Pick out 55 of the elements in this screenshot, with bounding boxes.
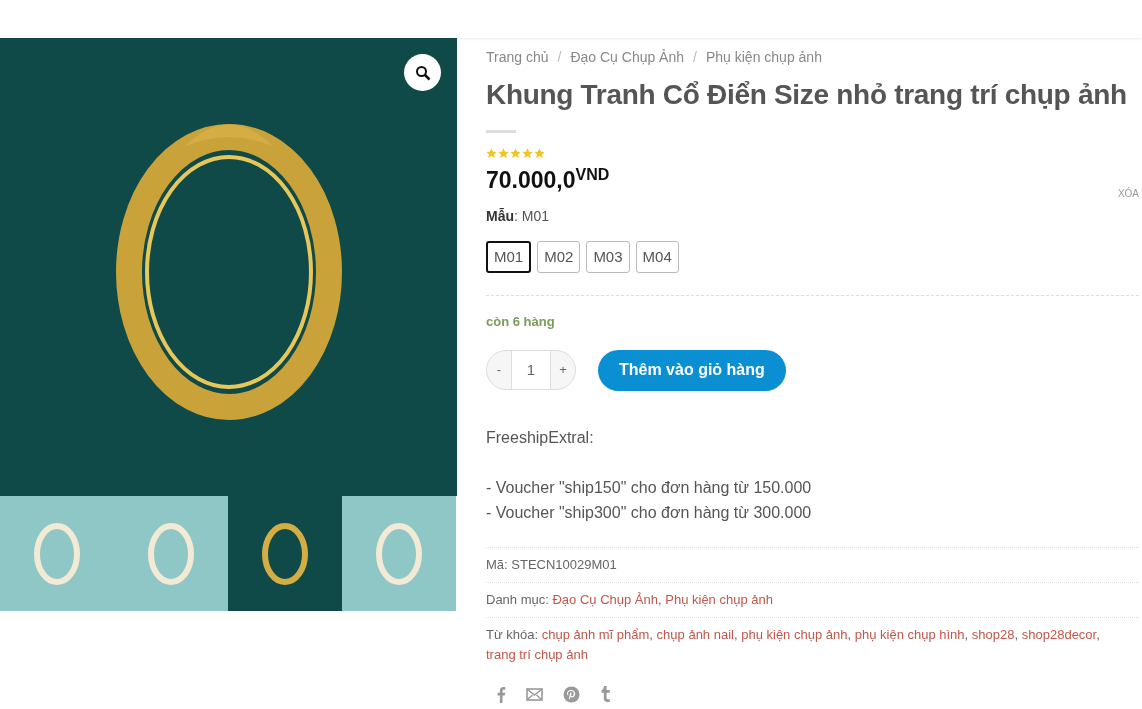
meta-label: Mã: [486, 556, 509, 572]
thumbnail[interactable] [114, 496, 228, 611]
meta-link[interactable]: Phụ kiện chụp ảnh [665, 591, 773, 607]
meta-link[interactable]: shop28 [971, 626, 1015, 642]
variant-option[interactable]: M01 [486, 241, 532, 273]
zoom-button[interactable] [404, 54, 441, 91]
email-icon[interactable] [526, 687, 543, 701]
variant-option[interactable]: M03 [586, 241, 630, 273]
meta-value: STECN10029M01 [511, 556, 617, 572]
tumblr-icon[interactable] [600, 685, 611, 703]
add-to-cart-button[interactable]: Thêm vào giỏ hàng [598, 349, 786, 391]
star-icon [498, 148, 509, 159]
clear-link[interactable]: XÓA [1117, 186, 1139, 201]
comma: , [649, 626, 653, 642]
meta-label: Từ khóa: [486, 626, 540, 642]
comma: , [658, 591, 662, 607]
meta-label: Danh mục: [486, 591, 550, 607]
comma: , [1014, 626, 1019, 642]
meta-link[interactable]: chụp ảnh nail [656, 626, 734, 642]
search-icon [414, 64, 431, 81]
quantity-stepper[interactable]: - 1 + [486, 350, 576, 390]
breadcrumb-link[interactable]: Trang chủ [486, 47, 549, 68]
facebook-icon[interactable] [496, 685, 506, 703]
description-line: FreeshipExtral: [486, 427, 595, 448]
description-line: - Voucher "ship300" cho đơn hàng từ 300.000 [486, 502, 813, 523]
thumbnail[interactable] [228, 496, 342, 611]
meta-link[interactable]: phụ kiện chụp hình [854, 626, 965, 642]
thumbnail[interactable] [0, 496, 114, 611]
variant-option[interactable]: M04 [635, 241, 679, 273]
stock-status: còn 6 hàng [486, 313, 556, 331]
pinterest-icon[interactable] [563, 685, 580, 703]
product-title: Khung Tranh Cổ Điển Size nhỏ trang trí chụp ảnh [486, 78, 1128, 112]
description-line: - Voucher "ship150" cho đơn hàng từ 150.000 [486, 477, 813, 498]
star-icon [510, 148, 521, 159]
meta-link[interactable]: Đạo Cụ Chụp Ảnh [552, 591, 658, 607]
comma: , [733, 626, 738, 642]
comma: , [964, 626, 969, 642]
quantity-field[interactable]: 1 [511, 351, 551, 389]
decrease-button[interactable]: - [487, 351, 511, 389]
breadcrumb-separator: / [693, 48, 697, 67]
breadcrumb-link[interactable]: Phụ kiện chụp ảnh [705, 47, 822, 68]
star-icon [534, 148, 545, 159]
thumbnail[interactable] [342, 496, 456, 611]
breadcrumb-link[interactable]: Đạo Cụ Chụp Ảnh [570, 47, 685, 68]
comma: , [1096, 626, 1100, 642]
meta-link[interactable]: trang trí chụp ảnh [486, 646, 588, 662]
meta-link[interactable]: shop28decor [1021, 626, 1097, 642]
variant-option[interactable]: M02 [537, 241, 581, 273]
comma: , [847, 626, 852, 642]
star-icon [486, 148, 497, 159]
variant-label: Mẫu: M01 [486, 207, 550, 226]
breadcrumb-separator: / [557, 48, 562, 67]
product-price: 70.000,0$^{VND}$ [486, 165, 610, 195]
increase-button[interactable]: + [551, 351, 575, 389]
star-icon [522, 148, 533, 159]
